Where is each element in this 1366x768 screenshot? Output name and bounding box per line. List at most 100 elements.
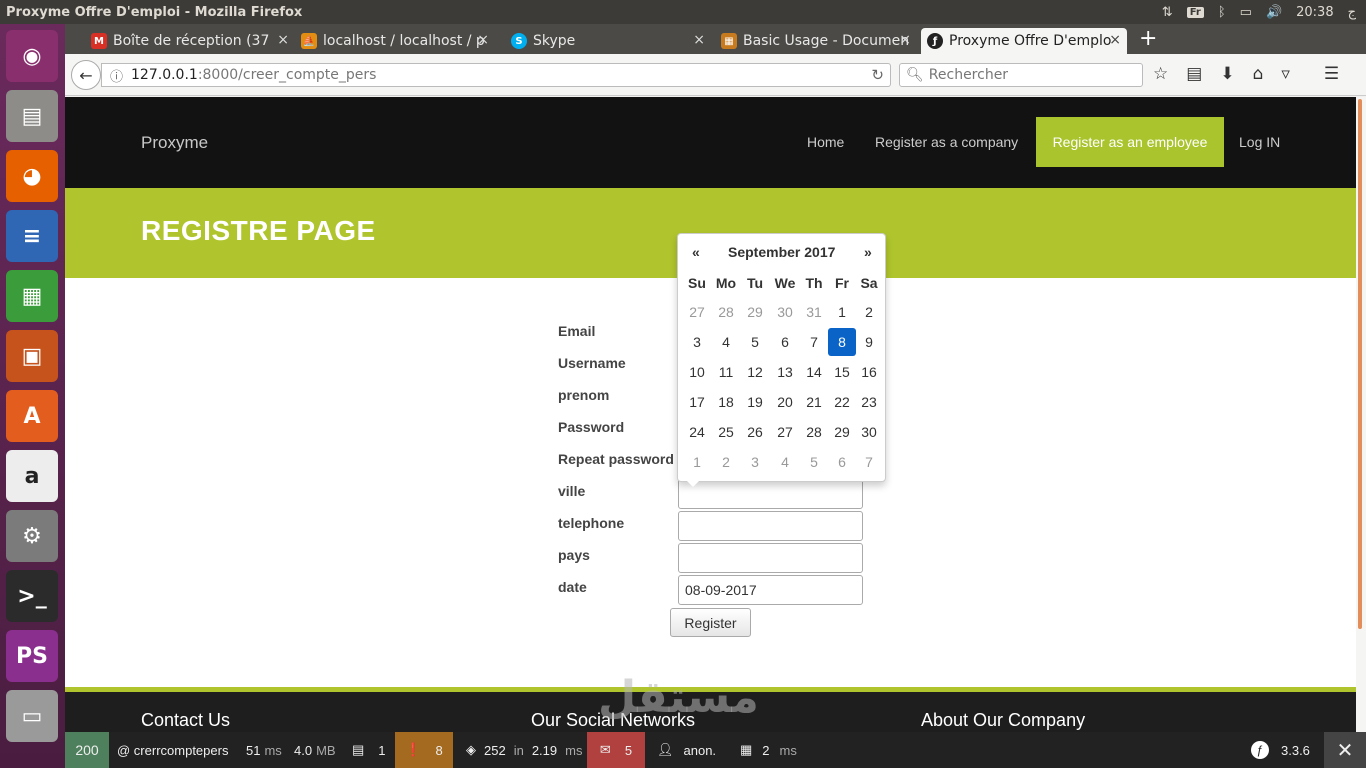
clock[interactable]: 20:38 (1296, 5, 1333, 20)
toolbar-close-icon[interactable]: ✕ (1324, 732, 1366, 768)
calc-icon[interactable]: ▦ (6, 270, 58, 322)
doctrine-panel[interactable]: ◈ 252 in 2.19 ms (466, 732, 582, 768)
bluetooth-icon[interactable]: ᛒ (1218, 5, 1226, 20)
date-input[interactable]: 08-09-2017 (678, 575, 863, 605)
datepicker-day[interactable]: 3 (683, 328, 711, 356)
datepicker-day[interactable]: 8 (828, 328, 856, 356)
close-icon[interactable]: × (899, 32, 911, 48)
keyboard-layout-indicator[interactable]: Fr (1186, 6, 1204, 18)
amazon-icon[interactable]: a (6, 450, 58, 502)
datepicker-day[interactable]: 1 (683, 448, 711, 476)
firefox-icon[interactable]: ◕ (6, 150, 58, 202)
status-code-badge[interactable]: 200 (65, 732, 109, 768)
pays-input[interactable] (678, 543, 863, 573)
datepicker-day[interactable]: 28 (800, 418, 828, 446)
datepicker-day[interactable]: 4 (712, 328, 740, 356)
ubuntu-dash-icon[interactable]: ◉ (6, 30, 58, 82)
datepicker-day[interactable]: 27 (683, 298, 711, 326)
reading-list-icon[interactable]: ▤ (1186, 64, 1202, 84)
reload-icon[interactable]: ↻ (871, 66, 884, 84)
datepicker-prev-button[interactable]: « (692, 244, 700, 260)
datepicker-day[interactable]: 30 (855, 418, 883, 446)
pocket-icon[interactable]: ▿ (1281, 64, 1290, 84)
hamburger-menu-icon[interactable]: ☰ (1324, 64, 1339, 84)
network-icon[interactable]: ⇅ (1162, 5, 1173, 20)
locale-indicator[interactable]: ج (1348, 5, 1356, 20)
security-panel[interactable]: 👤︎ anon. (657, 732, 716, 768)
datepicker-next-button[interactable]: » (864, 244, 872, 260)
tab-phpmyadmin[interactable]: ⛵ localhost / localhost / p × (295, 28, 495, 54)
page-scrollbar[interactable] (1356, 97, 1366, 732)
datepicker-day[interactable]: 17 (683, 388, 711, 416)
twig-panel[interactable]: ▦ 2 ms (740, 732, 797, 768)
site-info-icon[interactable]: ⓘ (110, 66, 123, 85)
datepicker-day[interactable]: 26 (741, 418, 769, 446)
bookmark-star-icon[interactable]: ☆ (1153, 64, 1168, 84)
volume-icon[interactable]: 🔊 (1266, 5, 1282, 20)
datepicker-day[interactable]: 15 (828, 358, 856, 386)
forms-panel[interactable]: ▤ 1 (352, 732, 386, 768)
datepicker-day[interactable]: 20 (771, 388, 799, 416)
nav-register-employee[interactable]: Register as an employee (1036, 117, 1224, 167)
symfony-version[interactable]: ƒ 3.3.6 (1251, 732, 1310, 768)
datepicker-day[interactable]: 2 (712, 448, 740, 476)
datepicker-day[interactable]: 21 (800, 388, 828, 416)
software-center-icon[interactable]: A (6, 390, 58, 442)
download-icon[interactable]: ⬇ (1220, 64, 1234, 84)
tab-skype[interactable]: S Skype × (505, 28, 711, 54)
phpstorm-icon[interactable]: PS (6, 630, 58, 682)
battery-icon[interactable]: ▭ (1240, 5, 1252, 20)
datepicker-day[interactable]: 25 (712, 418, 740, 446)
translation-panel[interactable]: ✉ 5 (587, 732, 645, 768)
datepicker-day[interactable]: 24 (683, 418, 711, 446)
datepicker-day[interactable]: 2 (855, 298, 883, 326)
datepicker-day[interactable]: 23 (855, 388, 883, 416)
memory-usage[interactable]: 4.0 MB (294, 732, 336, 768)
impress-icon[interactable]: ▣ (6, 330, 58, 382)
telephone-input[interactable] (678, 511, 863, 541)
datepicker-day[interactable]: 18 (712, 388, 740, 416)
datepicker-day[interactable]: 1 (828, 298, 856, 326)
close-icon[interactable]: × (693, 32, 705, 48)
datepicker-day[interactable]: 5 (800, 448, 828, 476)
datepicker-day[interactable]: 9 (855, 328, 883, 356)
tab-gmail[interactable]: M Boîte de réception (37 × (85, 28, 295, 54)
datepicker-day[interactable]: 6 (771, 328, 799, 356)
nav-register-company[interactable]: Register as a company (875, 117, 1018, 167)
terminal-icon[interactable]: >_ (6, 570, 58, 622)
nav-home[interactable]: Home (807, 117, 844, 167)
site-brand[interactable]: Proxyme (141, 133, 208, 153)
writer-icon[interactable]: ≡ (6, 210, 58, 262)
datepicker-day[interactable]: 29 (741, 298, 769, 326)
datepicker-day[interactable]: 12 (741, 358, 769, 386)
new-tab-button[interactable]: + (1139, 26, 1157, 51)
datepicker-day[interactable]: 28 (712, 298, 740, 326)
register-button[interactable]: Register (670, 608, 751, 637)
files-icon[interactable]: ▤ (6, 90, 58, 142)
nav-login[interactable]: Log IN (1239, 117, 1280, 167)
route-name[interactable]: @ crerrcomptepers (117, 732, 228, 768)
datepicker-day[interactable]: 22 (828, 388, 856, 416)
datepicker-day[interactable]: 4 (771, 448, 799, 476)
datepicker-day[interactable]: 27 (771, 418, 799, 446)
datepicker-month-label[interactable]: September 2017 (728, 244, 835, 260)
datepicker-day[interactable]: 19 (741, 388, 769, 416)
tab-basic-usage[interactable]: ▦ Basic Usage - Documen × (715, 28, 917, 54)
request-time[interactable]: 51 ms (246, 732, 282, 768)
close-icon[interactable]: × (477, 32, 489, 48)
tab-proxyme[interactable]: ƒ Proxyme Offre D'emplo × (921, 28, 1127, 54)
ville-input[interactable] (678, 479, 863, 509)
datepicker-day[interactable]: 6 (828, 448, 856, 476)
datepicker-day[interactable]: 7 (855, 448, 883, 476)
datepicker-day[interactable]: 31 (800, 298, 828, 326)
datepicker-day[interactable]: 7 (800, 328, 828, 356)
datepicker-day[interactable]: 30 (771, 298, 799, 326)
datepicker-day[interactable]: 3 (741, 448, 769, 476)
datepicker-day[interactable]: 5 (741, 328, 769, 356)
datepicker-day[interactable]: 16 (855, 358, 883, 386)
datepicker-day[interactable]: 13 (771, 358, 799, 386)
url-bar[interactable]: ⓘ 127.0.0.1:8000/creer_compte_pers ↻ (101, 63, 891, 87)
drive-icon[interactable]: ▭ (6, 690, 58, 742)
logs-panel[interactable]: ❗ 8 (395, 732, 453, 768)
back-button[interactable]: ← (71, 60, 101, 90)
